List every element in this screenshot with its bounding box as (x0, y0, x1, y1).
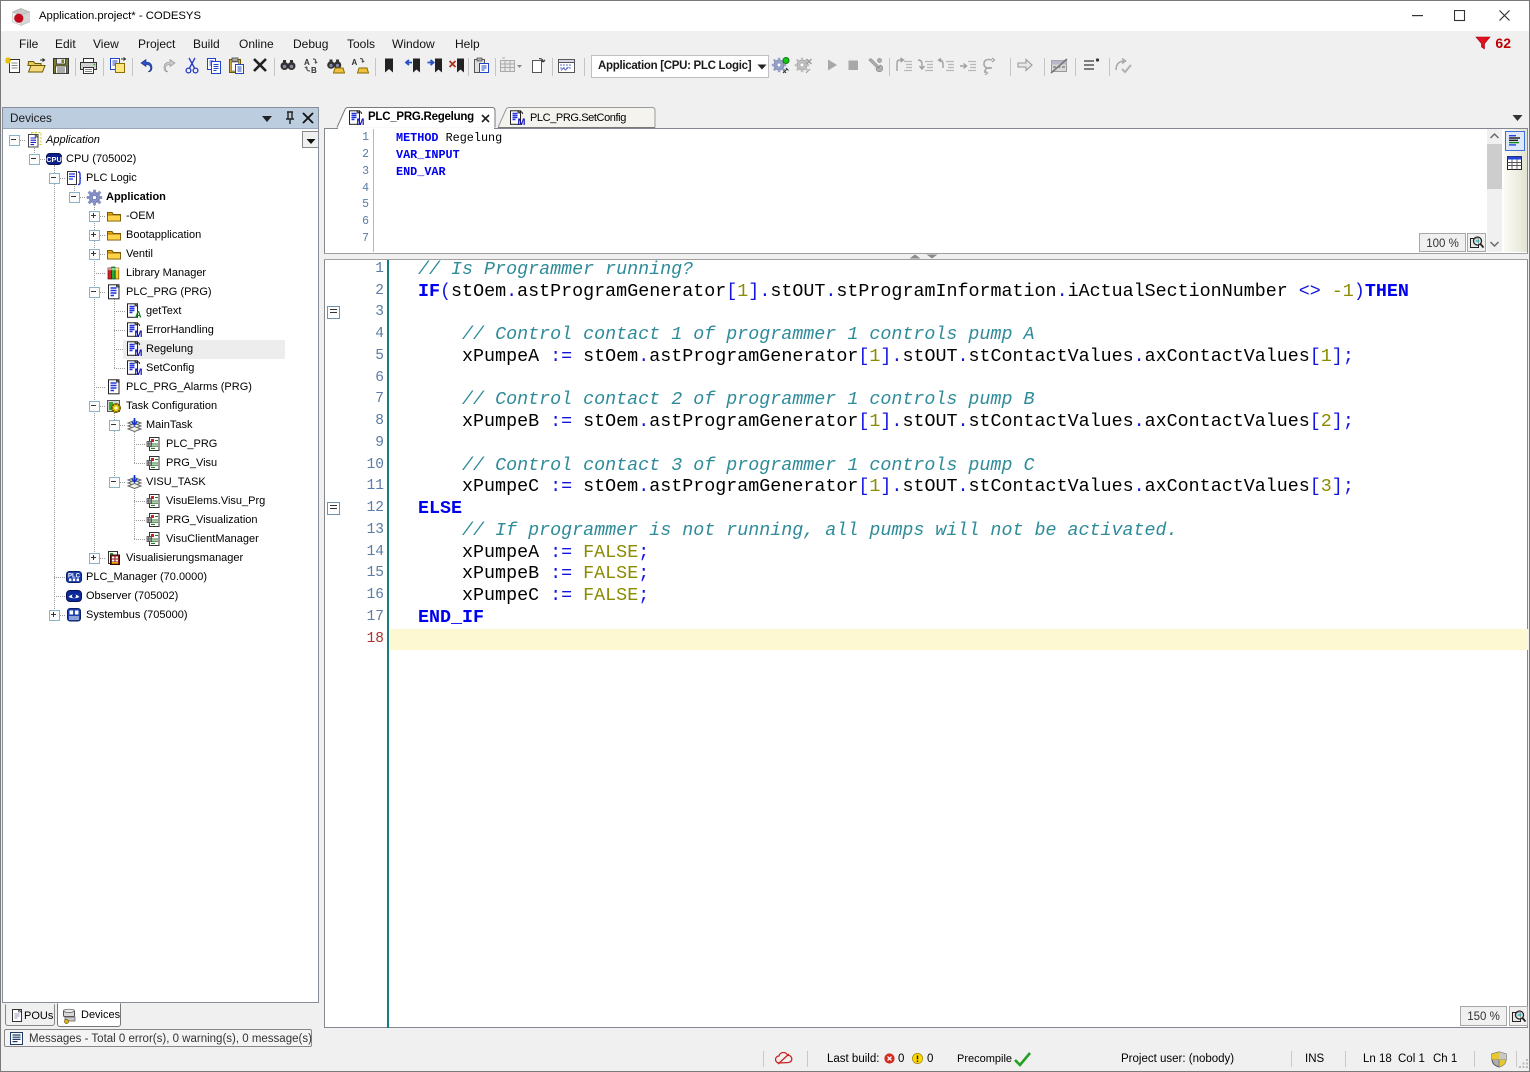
svg-text:M: M (356, 117, 364, 126)
svg-text:M: M (134, 328, 142, 337)
svg-text:M: M (517, 117, 525, 126)
svg-text:A: A (135, 309, 142, 319)
svg-text:M: M (134, 347, 142, 356)
svg-text:M: M (134, 366, 142, 375)
svg-text:CPU: CPU (46, 155, 62, 164)
svg-text:B: B (311, 66, 317, 75)
svg-text:A: A (304, 58, 310, 67)
svg-text:A: A (352, 58, 358, 67)
